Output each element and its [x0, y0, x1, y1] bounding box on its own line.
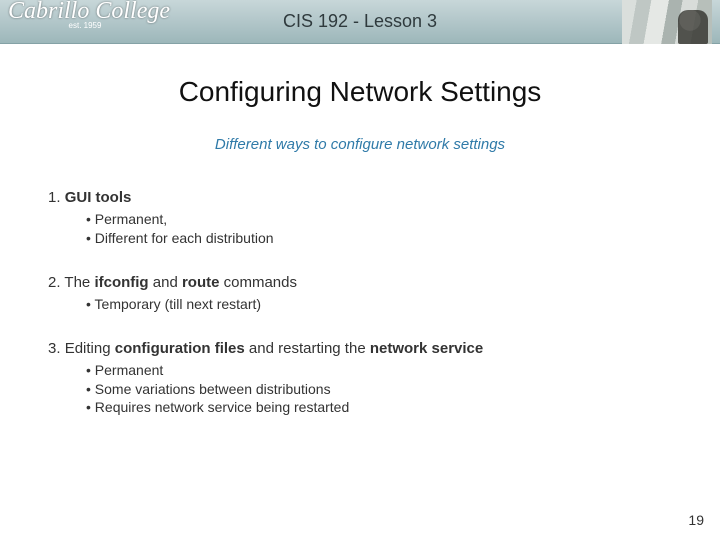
slide: Cabrillo College est. 1959 CIS 192 - Les… — [0, 0, 720, 540]
sub-item: Requires network service being restarted — [86, 398, 672, 417]
page-number: 19 — [688, 512, 704, 528]
list-item: 3. Editing configuration files and resta… — [48, 340, 672, 418]
sub-list: Temporary (till next restart) — [48, 295, 672, 314]
list-item: 2. The ifconfig and route commands Tempo… — [48, 274, 672, 314]
methods-list: 1. GUI tools Permanent, Different for ea… — [48, 189, 672, 417]
header-banner: Cabrillo College est. 1959 CIS 192 - Les… — [0, 0, 720, 44]
item-heading: The ifconfig and route commands — [64, 274, 297, 291]
sub-list: Permanent Some variations between distri… — [48, 361, 672, 418]
item-heading: GUI tools — [65, 189, 132, 206]
sub-item: Some variations between distributions — [86, 380, 672, 399]
item-number: 1. — [48, 189, 61, 206]
item-heading: Editing configuration files and restarti… — [65, 340, 484, 357]
sub-item: Permanent — [86, 361, 672, 380]
college-logo: Cabrillo College est. 1959 — [0, 0, 170, 44]
item-number: 3. — [48, 340, 61, 357]
sub-item: Temporary (till next restart) — [86, 295, 672, 314]
sub-item: Different for each distribution — [86, 229, 672, 248]
subtitle: Different ways to configure network sett… — [48, 136, 672, 153]
content-area: Configuring Network Settings Different w… — [0, 44, 720, 417]
sub-item: Permanent, — [86, 210, 672, 229]
banner-photo — [622, 0, 712, 44]
sub-list: Permanent, Different for each distributi… — [48, 210, 672, 248]
list-item: 1. GUI tools Permanent, Different for ea… — [48, 189, 672, 248]
page-title: Configuring Network Settings — [48, 76, 672, 108]
item-number: 2. — [48, 274, 61, 291]
